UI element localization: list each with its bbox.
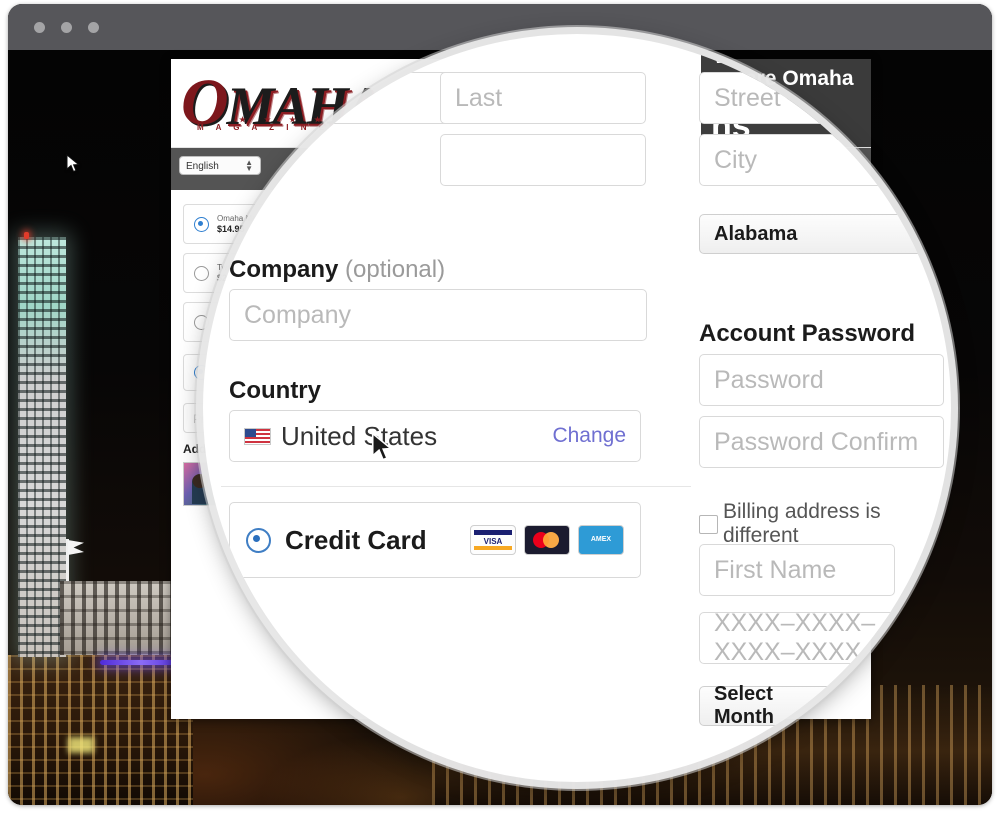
zoom-company-label: Company (optional) — [229, 256, 445, 284]
zoom-billing-different-label: Billing address is different — [723, 500, 881, 547]
traffic-light-buttons — [34, 22, 99, 33]
mastercard-card-icon — [524, 525, 570, 555]
building-glow — [68, 737, 94, 753]
zoom-street-input[interactable]: Street — [699, 72, 924, 124]
zoom-address2-input[interactable] — [440, 134, 646, 186]
zoom-password-confirm-input[interactable]: Password Confirm — [699, 416, 944, 468]
zoom-password-input[interactable]: Password — [699, 354, 944, 406]
skyscraper — [18, 237, 66, 657]
flag-icon — [68, 540, 84, 555]
zoom-state-select[interactable]: Alabama — [699, 214, 924, 254]
zoom-company-label-text: Company — [229, 256, 339, 283]
zoom-city-input[interactable]: City — [699, 134, 924, 186]
zoom-billing-different-checkbox-row[interactable]: Billing address is different — [699, 500, 951, 548]
foreground-buildings — [8, 655, 193, 805]
zoom-section-divider — [221, 486, 691, 487]
checkbox-icon[interactable] — [699, 514, 718, 534]
zoom-last-name-input[interactable]: Last — [440, 72, 646, 124]
zoom-expiry-month-select[interactable]: Select Month — [699, 683, 839, 728]
desktop-cursor-icon — [66, 154, 80, 173]
minimize-button-icon[interactable] — [61, 22, 72, 33]
magnifier-lens: We are Omaha ns Last Street City Alabama — [203, 34, 951, 782]
zoom-card-number-input[interactable]: XXXX–XXXX–XXXX–XXXX — [699, 609, 895, 666]
zoom-country-value: United States — [281, 420, 438, 451]
zoom-company-input[interactable]: Company — [229, 289, 647, 341]
tower-beacon-light — [24, 232, 29, 239]
us-flag-icon — [244, 427, 271, 445]
zoom-button-icon[interactable] — [88, 22, 99, 33]
neon-light-strip — [100, 660, 182, 665]
amex-card-icon — [578, 525, 624, 555]
zoom-credit-card-label: Credit Card — [285, 524, 427, 555]
zoom-cursor-icon — [371, 432, 393, 461]
zoom-credit-card-radio[interactable] — [246, 527, 271, 553]
accepted-cards — [470, 525, 624, 555]
zoom-company-optional: (optional) — [345, 256, 446, 283]
browser-window: OMAHA M A G A Z I N E We are Omaha Engli… — [8, 4, 992, 805]
midrise-building — [60, 581, 178, 655]
zoom-credit-card-option[interactable]: Credit Card — [229, 502, 641, 578]
zoom-country-select[interactable]: United States Change — [229, 410, 641, 462]
zoom-country-change-link[interactable]: Change — [552, 424, 626, 448]
magnifier-content: We are Omaha ns Last Street City Alabama — [203, 34, 951, 782]
close-button-icon[interactable] — [34, 22, 45, 33]
zoom-account-password-heading: Account Password — [699, 320, 916, 347]
zoom-banner-line-1: We are — [711, 34, 822, 71]
visa-card-icon — [470, 525, 516, 555]
screenshot-root: OMAHA M A G A Z I N E We are Omaha Engli… — [0, 0, 1000, 813]
zoom-billing-first-name-input[interactable]: First Name — [699, 544, 895, 596]
zoom-country-label: Country — [229, 377, 321, 404]
